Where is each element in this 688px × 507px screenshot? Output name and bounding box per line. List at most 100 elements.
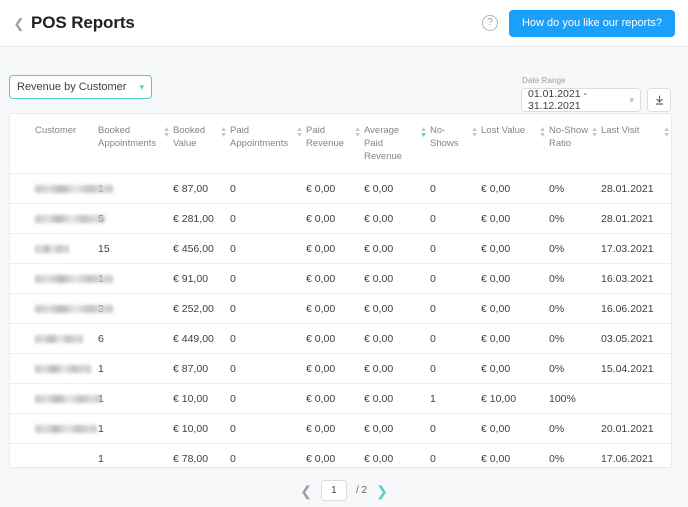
cell-customer xyxy=(10,204,98,234)
download-button[interactable] xyxy=(647,88,671,112)
column-header-booked-value[interactable]: Booked Value▲▼ xyxy=(173,114,230,174)
table-row[interactable]: 1€ 10,000€ 0,00€ 0,000€ 0,000%20.01.2021 xyxy=(10,414,672,444)
help-icon[interactable]: ? xyxy=(482,15,498,31)
column-header-label: Booked Appointments xyxy=(98,125,160,151)
cell-no-shows: 0 xyxy=(430,324,481,354)
chevron-down-icon: ▼ xyxy=(420,133,427,138)
column-header-booked-appointments[interactable]: Booked Appointments▲▼ xyxy=(98,114,173,174)
page-header: ❮ POS Reports ? How do you like our repo… xyxy=(0,0,688,47)
column-header-no-shows[interactable]: No-Shows▲▼ xyxy=(430,114,481,174)
sort-toggle-icon[interactable]: ▲▼ xyxy=(163,125,170,138)
cell-paid-appointments: 0 xyxy=(230,294,306,324)
cell-customer xyxy=(10,324,98,354)
download-icon xyxy=(653,94,666,107)
cell-paid-revenue: € 0,00 xyxy=(306,354,364,384)
customer-name-redacted xyxy=(35,185,113,193)
cell-booked-appointments: 1 xyxy=(98,414,173,444)
pagination-next-icon[interactable]: ❯ xyxy=(376,484,388,498)
cell-booked-appointments: 1 xyxy=(98,384,173,414)
cell-no-shows: 0 xyxy=(430,354,481,384)
sort-toggle-icon[interactable]: ▲▼ xyxy=(663,125,670,138)
sort-toggle-icon[interactable]: ▲▼ xyxy=(591,125,598,138)
cell-no-shows: 0 xyxy=(430,264,481,294)
cell-no-show-ratio: 0% xyxy=(549,324,601,354)
table-row[interactable]: 1€ 78,000€ 0,00€ 0,000€ 0,000%17.06.2021 xyxy=(10,444,672,468)
column-header-paid-appointments[interactable]: Paid Appointments▲▼ xyxy=(230,114,306,174)
customer-name-redacted xyxy=(35,215,105,223)
cell-no-shows: 0 xyxy=(430,414,481,444)
page-title: POS Reports xyxy=(31,13,135,33)
chevron-down-icon: ▾ xyxy=(629,96,634,105)
feedback-button[interactable]: How do you like our reports? xyxy=(509,10,675,37)
controls-bar: Select Report Revenue by Customer ▾ Date… xyxy=(0,47,688,109)
pagination-prev-icon[interactable]: ❮ xyxy=(300,484,312,498)
cell-no-shows: 0 xyxy=(430,174,481,204)
cell-paid-revenue: € 0,00 xyxy=(306,444,364,468)
cell-paid-appointments: 0 xyxy=(230,204,306,234)
cell-last-visit: 17.03.2021 xyxy=(601,234,672,264)
sort-toggle-icon[interactable]: ▲▼ xyxy=(420,125,427,138)
reports-table-card: CustomerBooked Appointments▲▼Booked Valu… xyxy=(9,113,672,468)
sort-toggle-icon[interactable]: ▲▼ xyxy=(296,125,303,138)
back-chevron-icon[interactable]: ❮ xyxy=(9,17,29,30)
table-row[interactable]: 6€ 449,000€ 0,00€ 0,000€ 0,000%03.05.202… xyxy=(10,324,672,354)
chevron-down-icon: ▾ xyxy=(139,83,144,92)
cell-no-show-ratio: 0% xyxy=(549,444,601,468)
pagination-page-input[interactable] xyxy=(321,480,347,501)
cell-paid-appointments: 0 xyxy=(230,414,306,444)
cell-lost-value: € 0,00 xyxy=(481,174,549,204)
cell-average-paid-revenue: € 0,00 xyxy=(364,174,430,204)
column-header-lost-value[interactable]: Lost Value▲▼ xyxy=(481,114,549,174)
pagination-total: / 2 xyxy=(356,485,367,496)
table-row[interactable]: 1€ 91,000€ 0,00€ 0,000€ 0,000%16.03.2021 xyxy=(10,264,672,294)
cell-lost-value: € 0,00 xyxy=(481,264,549,294)
cell-last-visit: 03.05.2021 xyxy=(601,324,672,354)
column-header-paid-revenue[interactable]: Paid Revenue▲▼ xyxy=(306,114,364,174)
cell-average-paid-revenue: € 0,00 xyxy=(364,414,430,444)
cell-paid-appointments: 0 xyxy=(230,354,306,384)
customer-name-redacted xyxy=(35,245,69,253)
chevron-down-icon: ▼ xyxy=(539,133,546,138)
cell-booked-appointments: 6 xyxy=(98,324,173,354)
cell-average-paid-revenue: € 0,00 xyxy=(364,324,430,354)
column-header-last-visit[interactable]: Last Visit▲▼ xyxy=(601,114,672,174)
column-header-label: Lost Value xyxy=(481,125,536,138)
cell-no-shows: 0 xyxy=(430,444,481,468)
cell-last-visit xyxy=(601,384,672,414)
customer-name-redacted xyxy=(35,335,83,343)
cell-booked-value: € 10,00 xyxy=(173,384,230,414)
cell-paid-appointments: 0 xyxy=(230,174,306,204)
table-row[interactable]: 1€ 10,000€ 0,00€ 0,001€ 10,00100% xyxy=(10,384,672,414)
table-row[interactable]: 5€ 281,000€ 0,00€ 0,000€ 0,000%28.01.202… xyxy=(10,204,672,234)
customer-name-redacted xyxy=(35,425,97,433)
cell-lost-value: € 0,00 xyxy=(481,324,549,354)
cell-paid-revenue: € 0,00 xyxy=(306,414,364,444)
date-range-picker[interactable]: 01.01.2021 - 31.12.2021 ▾ xyxy=(521,88,641,112)
table-row[interactable]: 1€ 87,000€ 0,00€ 0,000€ 0,000%28.01.2021 xyxy=(10,174,672,204)
cell-lost-value: € 0,00 xyxy=(481,204,549,234)
pos-reports-page: ❮ POS Reports ? How do you like our repo… xyxy=(0,0,688,507)
cell-paid-appointments: 0 xyxy=(230,324,306,354)
sort-toggle-icon[interactable]: ▲▼ xyxy=(220,125,227,138)
column-header-label: No-Show Ratio xyxy=(549,125,588,151)
cell-booked-appointments: 5 xyxy=(98,204,173,234)
table-row[interactable]: 15€ 456,000€ 0,00€ 0,000€ 0,000%17.03.20… xyxy=(10,234,672,264)
cell-no-show-ratio: 0% xyxy=(549,294,601,324)
cell-booked-value: € 78,00 xyxy=(173,444,230,468)
select-report-dropdown[interactable]: Revenue by Customer ▾ xyxy=(9,75,152,99)
cell-paid-appointments: 0 xyxy=(230,234,306,264)
column-header-average-paid-revenue[interactable]: Average Paid Revenue▲▼ xyxy=(364,114,430,174)
cell-paid-appointments: 0 xyxy=(230,384,306,414)
table-row[interactable]: 1€ 87,000€ 0,00€ 0,000€ 0,000%15.04.2021 xyxy=(10,354,672,384)
customer-name-redacted xyxy=(35,275,113,283)
sort-toggle-icon[interactable]: ▲▼ xyxy=(539,125,546,138)
chevron-down-icon: ▼ xyxy=(163,133,170,138)
table-row[interactable]: 3€ 252,000€ 0,00€ 0,000€ 0,000%16.06.202… xyxy=(10,294,672,324)
cell-no-shows: 1 xyxy=(430,384,481,414)
cell-average-paid-revenue: € 0,00 xyxy=(364,384,430,414)
cell-customer xyxy=(10,354,98,384)
sort-toggle-icon[interactable]: ▲▼ xyxy=(471,125,478,138)
cell-no-show-ratio: 0% xyxy=(549,354,601,384)
sort-toggle-icon[interactable]: ▲▼ xyxy=(354,125,361,138)
column-header-no-show-ratio[interactable]: No-Show Ratio▲▼ xyxy=(549,114,601,174)
